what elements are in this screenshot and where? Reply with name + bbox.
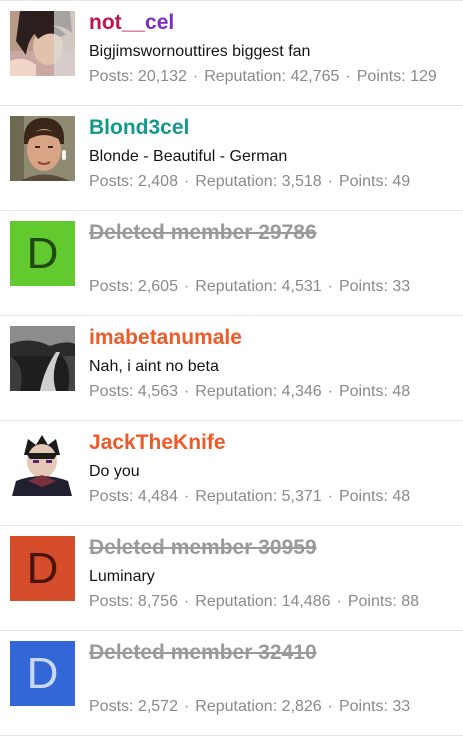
points-count: 49 bbox=[392, 173, 411, 190]
posts-count: 4,484 bbox=[137, 488, 178, 505]
letter-avatar: D bbox=[10, 221, 75, 286]
anime-character-icon bbox=[10, 431, 75, 496]
posts-label: Posts: bbox=[89, 68, 134, 85]
separator: · bbox=[345, 68, 351, 85]
posts-label: Posts: bbox=[89, 488, 134, 505]
member-row: JackTheKnife Do you Posts: 4,484 · Reputat… bbox=[0, 421, 463, 526]
separator: · bbox=[192, 68, 199, 85]
points-count: 33 bbox=[392, 278, 411, 295]
points-count: 48 bbox=[392, 488, 411, 505]
username-part-2: cel bbox=[145, 11, 175, 34]
photo-road-icon bbox=[10, 326, 75, 391]
avatar: D bbox=[10, 536, 75, 601]
avatar[interactable] bbox=[10, 116, 75, 181]
member-row: Blond3cel Blonde - Beautiful - German Po… bbox=[0, 106, 463, 211]
user-stats: Posts: 2,572 · Reputation: 2,826 · Points: 3… bbox=[89, 697, 410, 717]
username[interactable]: Blond3cel bbox=[89, 116, 189, 140]
separator: · bbox=[336, 593, 342, 610]
posts-label: Posts: bbox=[89, 278, 134, 295]
reputation-label: Reputation: bbox=[195, 383, 278, 400]
username-part-1: not__ bbox=[89, 11, 146, 34]
separator: · bbox=[183, 593, 190, 610]
username: Deleted member 29786 bbox=[89, 221, 317, 244]
points-label: Points: bbox=[338, 383, 388, 400]
username: Deleted member 32410 bbox=[89, 641, 317, 664]
reputation-label: Reputation: bbox=[195, 173, 278, 190]
posts-count: 2,605 bbox=[137, 278, 178, 295]
user-stats: Posts: 4,484 · Reputation: 5,371 · Points: 4… bbox=[89, 487, 410, 507]
reputation-count: 5,371 bbox=[281, 488, 322, 505]
reputation-count: 4,531 bbox=[281, 278, 322, 295]
member-row: imabetanumale Nah, i aint no beta Posts:… bbox=[0, 316, 463, 421]
points-label: Points: bbox=[338, 278, 388, 295]
separator: · bbox=[327, 173, 333, 190]
user-title: Luminary bbox=[89, 568, 155, 585]
posts-label: Posts: bbox=[89, 593, 134, 610]
avatar[interactable] bbox=[10, 326, 75, 391]
reputation-count: 14,486 bbox=[281, 593, 331, 610]
username[interactable]: JackTheKnife bbox=[89, 431, 226, 455]
avatar[interactable] bbox=[10, 11, 75, 76]
username: Deleted member 30959 bbox=[89, 536, 317, 559]
user-title: Blonde - Beautiful - German bbox=[89, 148, 288, 165]
reputation-label: Reputation: bbox=[195, 698, 278, 715]
posts-label: Posts: bbox=[89, 173, 134, 190]
letter-avatar: D bbox=[10, 641, 75, 706]
posts-count: 20,132 bbox=[137, 68, 187, 85]
user-title: Do you bbox=[89, 463, 140, 480]
points-count: 88 bbox=[401, 593, 420, 610]
user-stats: Posts: 2,408 · Reputation: 3,518 · Points: 4… bbox=[89, 172, 410, 192]
reputation-label: Reputation: bbox=[195, 593, 278, 610]
points-label: Points: bbox=[338, 698, 388, 715]
reputation-count: 3,518 bbox=[281, 173, 322, 190]
user-stats: Posts: 8,756 · Reputation: 14,486 · Points: … bbox=[89, 592, 419, 612]
photo-person-icon bbox=[10, 116, 75, 181]
points-label: Points: bbox=[338, 173, 388, 190]
photo-person-icon bbox=[10, 11, 75, 76]
user-stats: Posts: 4,563 · Reputation: 4,346 · Points: 4… bbox=[89, 382, 410, 402]
member-list: not__cel Bigjimswornouttires biggest fan… bbox=[0, 0, 463, 748]
points-label: Points: bbox=[338, 488, 388, 505]
points-count: 48 bbox=[392, 383, 411, 400]
separator: · bbox=[183, 173, 190, 190]
username[interactable]: imabetanumale bbox=[89, 326, 242, 350]
posts-count: 2,408 bbox=[137, 173, 178, 190]
separator: · bbox=[183, 488, 190, 505]
separator: · bbox=[183, 278, 190, 295]
points-count: 129 bbox=[410, 68, 437, 85]
username[interactable]: not__cel bbox=[89, 11, 174, 35]
posts-count: 4,563 bbox=[137, 383, 178, 400]
reputation-count: 2,826 bbox=[281, 698, 322, 715]
separator: · bbox=[327, 698, 333, 715]
user-title: Nah, i aint no beta bbox=[89, 358, 219, 375]
member-row: D Deleted member 32410 Posts: 2,572 · Repu… bbox=[0, 631, 463, 736]
member-row: not__cel Bigjimswornouttires biggest fan… bbox=[0, 1, 463, 106]
separator: · bbox=[327, 278, 333, 295]
points-count: 33 bbox=[392, 698, 411, 715]
letter-avatar: D bbox=[10, 536, 75, 601]
avatar: D bbox=[10, 221, 75, 286]
user-stats: Posts: 20,132 · Reputation: 42,765 · Points:… bbox=[89, 67, 437, 87]
avatar[interactable] bbox=[10, 431, 75, 496]
posts-label: Posts: bbox=[89, 698, 134, 715]
reputation-label: Reputation: bbox=[195, 278, 278, 295]
member-row: D Deleted member 30959 Luminary Posts: 8… bbox=[0, 526, 463, 631]
separator: · bbox=[327, 488, 333, 505]
separator: · bbox=[327, 383, 333, 400]
posts-count: 2,572 bbox=[137, 698, 178, 715]
avatar: D bbox=[10, 641, 75, 706]
separator: · bbox=[183, 698, 190, 715]
points-label: Points: bbox=[347, 593, 397, 610]
points-label: Points: bbox=[356, 68, 406, 85]
reputation-label: Reputation: bbox=[195, 488, 278, 505]
member-row: D Deleted member 29786 Posts: 2,605 · Repu… bbox=[0, 211, 463, 316]
user-title: Bigjimswornouttires biggest fan bbox=[89, 43, 311, 60]
reputation-count: 4,346 bbox=[281, 383, 322, 400]
reputation-count: 42,765 bbox=[290, 68, 340, 85]
separator: · bbox=[183, 383, 190, 400]
reputation-label: Reputation: bbox=[204, 68, 287, 85]
posts-label: Posts: bbox=[89, 383, 134, 400]
user-stats: Posts: 2,605 · Reputation: 4,531 · Points: 3… bbox=[89, 277, 410, 297]
posts-count: 8,756 bbox=[137, 593, 178, 610]
